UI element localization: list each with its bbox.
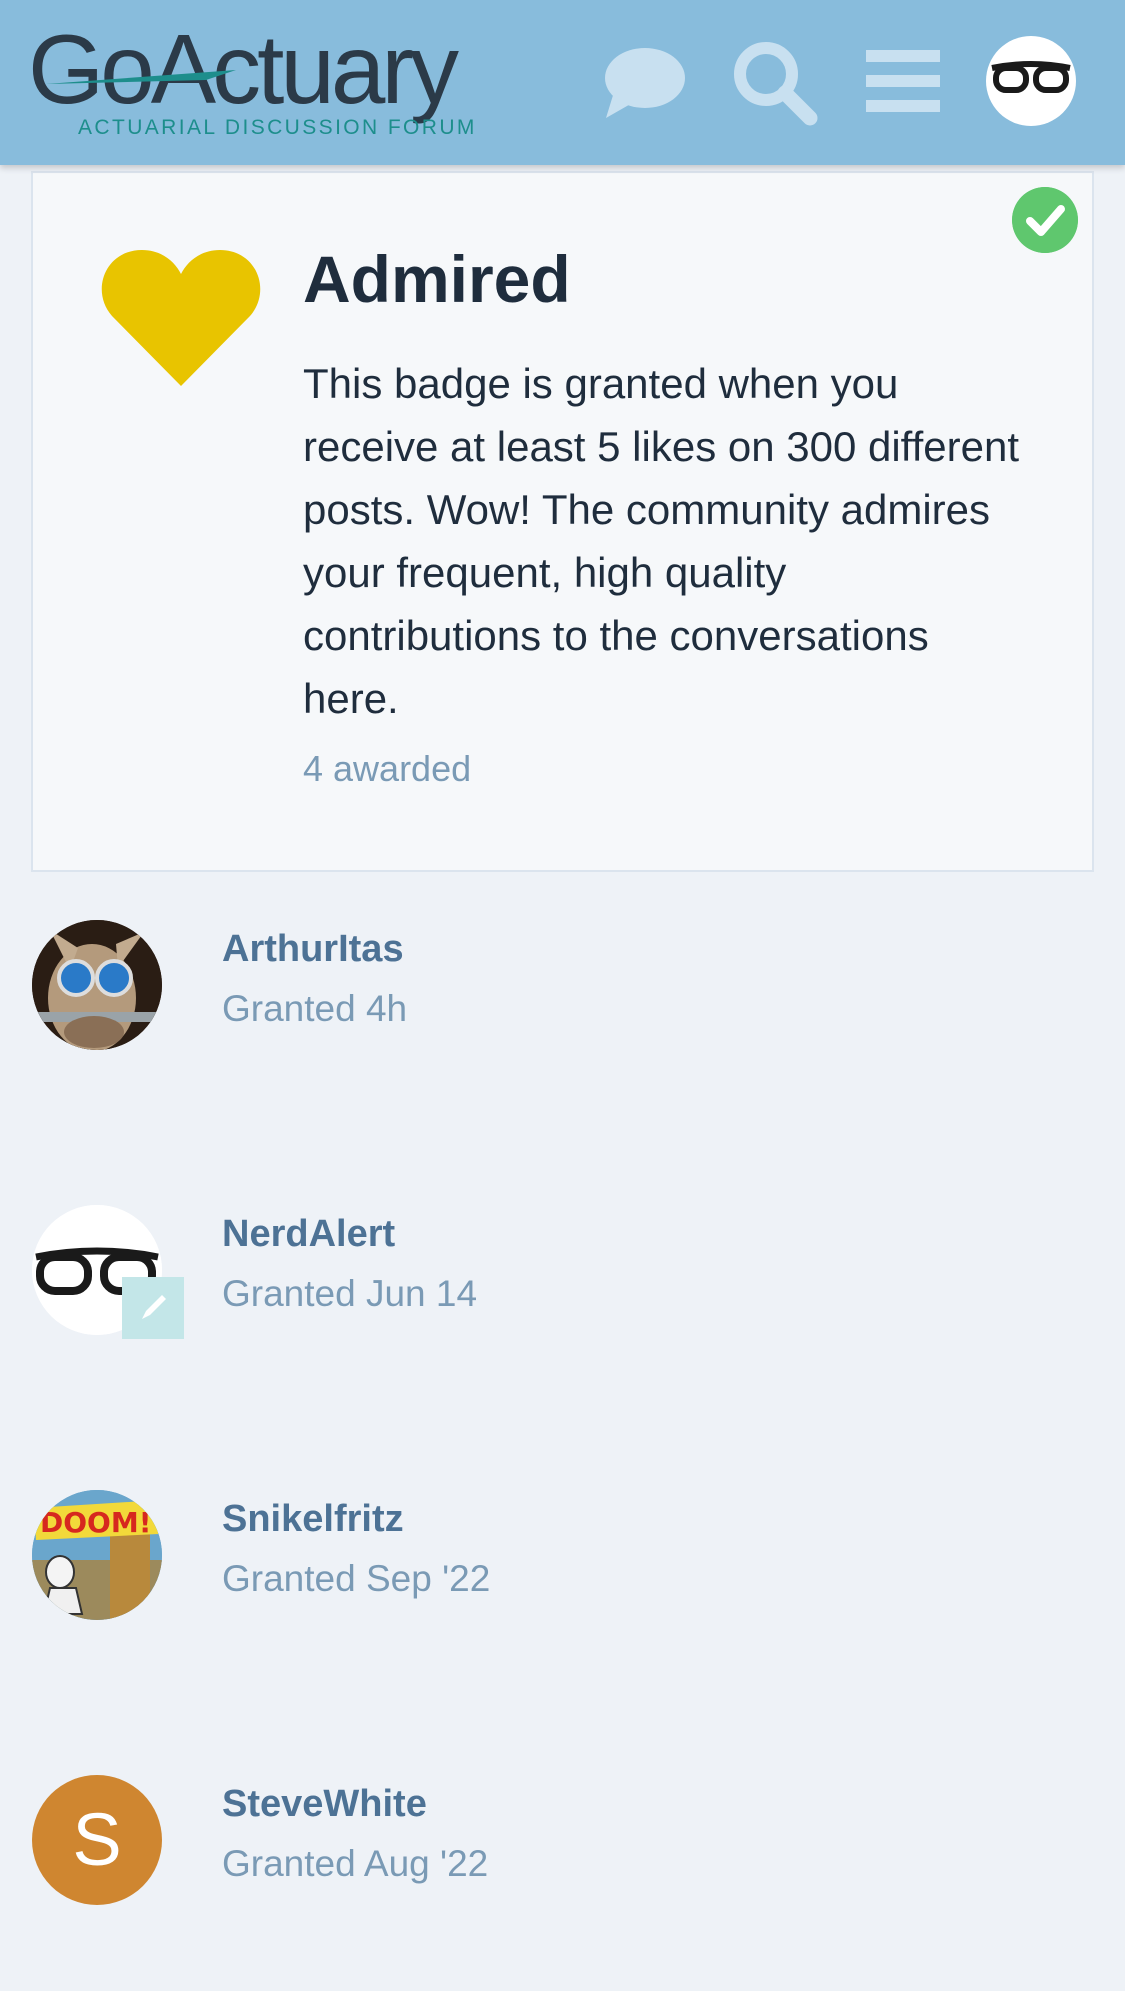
list-item[interactable]: DOOM! Snikelfritz Granted Sep '22: [0, 1490, 1125, 1630]
hamburger-menu-icon[interactable]: [866, 48, 940, 114]
logo-tagline: ACTUARIAL DISCUSSION FORUM: [78, 116, 477, 139]
list-item[interactable]: S SteveWhite Granted Aug '22: [0, 1775, 1125, 1915]
list-item[interactable]: ArthurItas Granted 4h: [0, 920, 1125, 1060]
chat-icon[interactable]: [600, 42, 686, 122]
donkey-sunglasses-avatar-icon: [32, 920, 162, 1050]
granted-check-icon: [1012, 187, 1078, 253]
granted-date: Granted Aug '22: [222, 1843, 489, 1884]
user-name[interactable]: NerdAlert: [222, 1213, 395, 1256]
glasses-icon: [991, 61, 1071, 93]
svg-text:DOOM!: DOOM!: [40, 1506, 151, 1539]
badge-title: Admired: [303, 242, 571, 316]
avatar[interactable]: [32, 920, 162, 1050]
granted-date: Granted Sep '22: [222, 1558, 491, 1599]
user-name[interactable]: Snikelfritz: [222, 1498, 404, 1541]
search-icon[interactable]: [730, 38, 818, 126]
current-user-avatar[interactable]: [986, 36, 1076, 126]
logo-swoosh-icon: [46, 70, 236, 84]
avatar[interactable]: DOOM!: [32, 1490, 162, 1620]
heart-icon: [101, 250, 261, 386]
badge-description: This badge is granted when you receive a…: [303, 360, 1019, 722]
list-item[interactable]: NerdAlert Granted Jun 14: [0, 1205, 1125, 1345]
doom-comic-avatar-icon: DOOM!: [32, 1490, 162, 1620]
site-header: GoActuary ACTUARIAL DISCUSSION FORUM: [0, 0, 1125, 165]
user-name[interactable]: ArthurItas: [222, 928, 404, 971]
site-logo[interactable]: GoActuary ACTUARIAL DISCUSSION FORUM: [28, 20, 508, 144]
granted-date: Granted 4h: [222, 988, 408, 1029]
granted-date: Granted Jun 14: [222, 1273, 478, 1314]
badge-awarded-count: 4 awarded: [303, 748, 472, 789]
moderator-pencil-icon: [122, 1277, 184, 1339]
user-name[interactable]: SteveWhite: [222, 1783, 427, 1826]
avatar[interactable]: S: [32, 1775, 162, 1905]
